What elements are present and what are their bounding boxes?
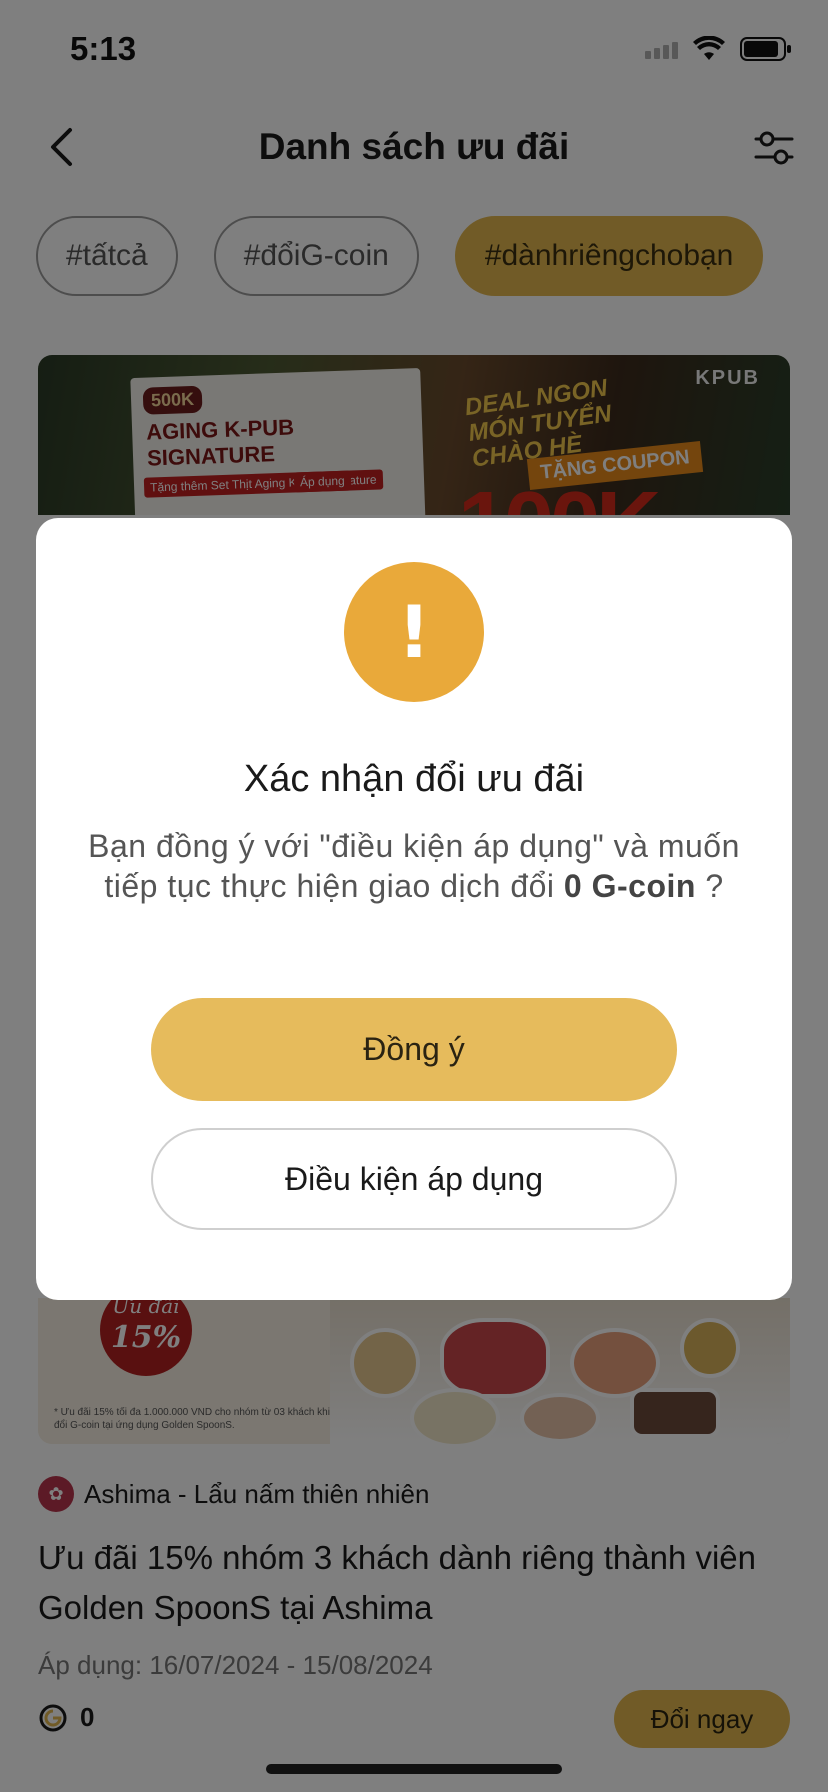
warning-icon: ! xyxy=(344,562,484,702)
terms-button[interactable]: Điều kiện áp dụng xyxy=(151,1128,677,1230)
confirm-button[interactable]: Đồng ý xyxy=(151,998,677,1101)
confirm-dialog: ! Xác nhận đổi ưu đãi Bạn đồng ý với "đi… xyxy=(36,518,792,1300)
home-indicator[interactable] xyxy=(266,1764,562,1774)
dialog-title: Xác nhận đổi ưu đãi xyxy=(243,758,585,800)
dialog-amount: 0 G-coin xyxy=(563,868,696,904)
dialog-message: Bạn đồng ý với "điều kiện áp dụng" và mu… xyxy=(88,828,740,904)
